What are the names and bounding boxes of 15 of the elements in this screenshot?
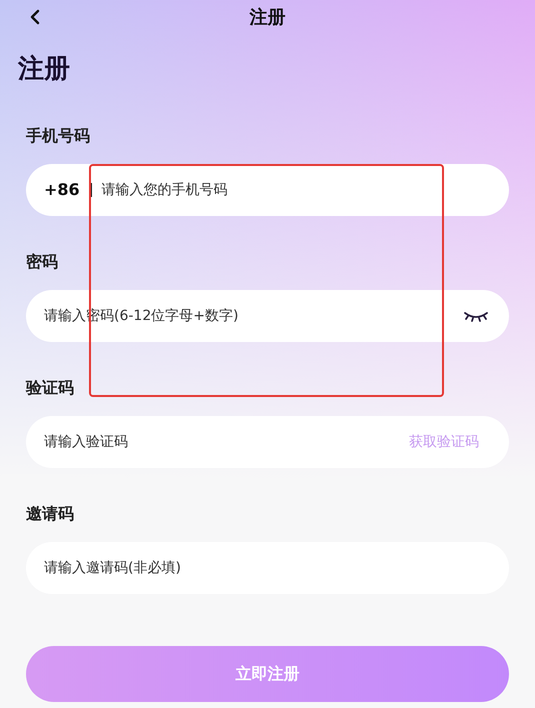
input-field[interactable]: 请输入验证码 获取验证码 — [26, 416, 509, 468]
field-label: 密码 — [26, 251, 58, 273]
placeholder: 请输入您的手机号码 — [102, 180, 229, 200]
placeholder: 请输入邀请码(非必填) — [44, 558, 182, 578]
field-label: 手机号码 — [26, 125, 90, 147]
input-field[interactable]: 请输入邀请码(非必填) — [26, 542, 509, 594]
input-field[interactable]: +86 请输入您的手机号码 — [26, 164, 509, 216]
field-label: 邀请码 — [26, 503, 74, 525]
field-label: 验证码 — [26, 377, 74, 399]
placeholder: 请输入验证码 — [44, 432, 129, 452]
page-title: 注册 — [250, 6, 286, 30]
heading: 注册 — [18, 54, 70, 84]
back-icon[interactable] — [29, 9, 41, 25]
eye-closed-icon[interactable] — [463, 310, 489, 322]
country-code[interactable]: +86 — [44, 178, 80, 202]
